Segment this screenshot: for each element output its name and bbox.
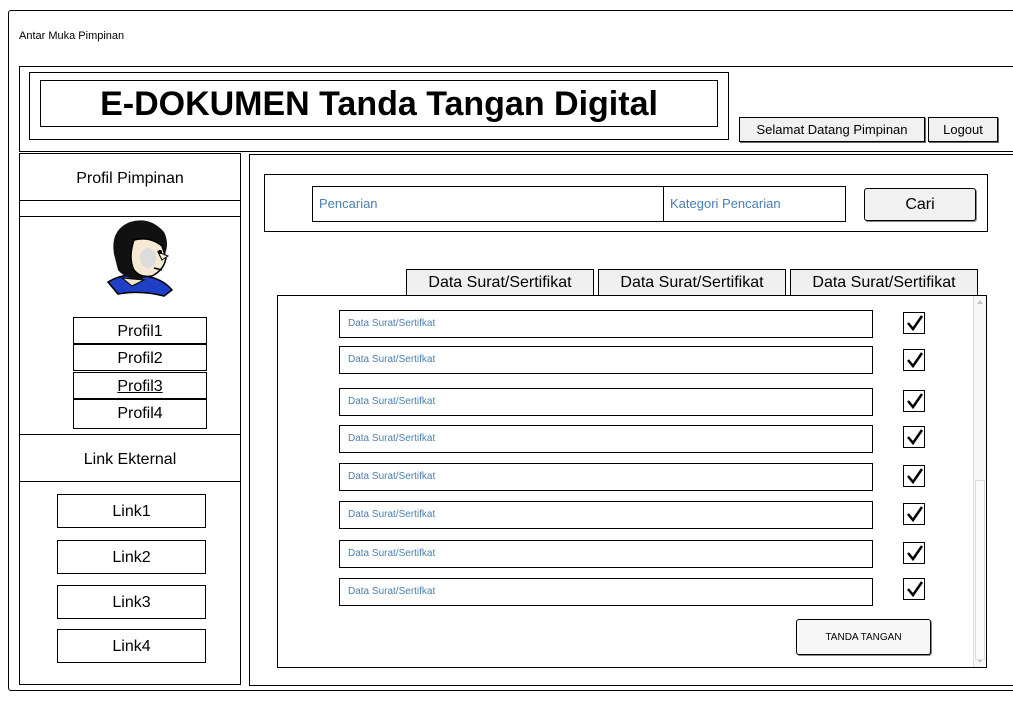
document-row[interactable]: Data Surat/Sertifkat [339, 425, 873, 453]
link-item-1[interactable]: Link1 [57, 494, 206, 528]
document-checkbox[interactable] [903, 426, 925, 448]
scrollbar-thumb[interactable] [975, 480, 985, 660]
logout-button[interactable]: Logout [928, 117, 998, 142]
profile-item-3[interactable]: Profil3 [73, 372, 207, 399]
document-row[interactable]: Data Surat/Sertifkat [339, 388, 873, 416]
welcome-button[interactable]: Selamat Datang Pimpinan [739, 117, 925, 142]
document-row[interactable]: Data Surat/Sertifkat [339, 346, 873, 374]
document-checkbox[interactable] [903, 542, 925, 564]
document-row[interactable]: Data Surat/Sertifkat [339, 463, 873, 491]
checkmark-icon [907, 506, 924, 523]
profile-item-2[interactable]: Profil2 [73, 344, 207, 371]
profile-heading: Profil Pimpinan [20, 155, 240, 201]
document-row[interactable]: Data Surat/Sertifkat [339, 501, 873, 529]
document-checkbox[interactable] [903, 503, 925, 525]
checkmark-icon [907, 468, 924, 485]
document-row[interactable]: Data Surat/Sertifkat [339, 310, 873, 338]
sign-button[interactable]: TANDA TANGAN [796, 619, 931, 655]
link-item-4[interactable]: Link4 [57, 629, 206, 663]
window-title: Antar Muka Pimpinan [19, 30, 125, 42]
checkmark-icon [907, 581, 924, 598]
checkmark-icon [907, 545, 924, 562]
document-checkbox[interactable] [903, 578, 925, 600]
search-button[interactable]: Cari [864, 188, 976, 221]
links-heading: Link Ekternal [20, 436, 240, 482]
sidebar-divider [20, 216, 240, 217]
category-input[interactable]: Kategori Pencarian [663, 186, 846, 222]
link-item-3[interactable]: Link3 [57, 585, 206, 619]
document-row[interactable]: Data Surat/Sertifkat [339, 540, 873, 568]
document-row[interactable]: Data Surat/Sertifkat [339, 578, 873, 606]
profile-item-1[interactable]: Profil1 [73, 317, 207, 344]
profile-item-4[interactable]: Profil4 [73, 399, 207, 429]
document-checkbox[interactable] [903, 312, 925, 334]
avatar-face-icon [104, 218, 176, 298]
tab-data-surat-2[interactable]: Data Surat/Sertifikat [598, 269, 786, 296]
link-item-2[interactable]: Link2 [57, 540, 206, 574]
checkmark-icon [907, 429, 924, 446]
document-checkbox[interactable] [903, 349, 925, 371]
sidebar-divider [20, 434, 240, 435]
document-checkbox[interactable] [903, 390, 925, 412]
checkmark-icon [907, 393, 924, 410]
app-title: E-DOKUMEN Tanda Tangan Digital [40, 80, 718, 127]
tab-data-surat-1[interactable]: Data Surat/Sertifikat [406, 269, 594, 296]
checkmark-icon [907, 352, 924, 369]
checkmark-icon [907, 315, 924, 332]
tab-data-surat-3[interactable]: Data Surat/Sertifikat [790, 269, 978, 296]
search-input[interactable]: Pencarian [312, 186, 664, 222]
document-checkbox[interactable] [903, 465, 925, 487]
scroll-up-icon [977, 300, 983, 304]
